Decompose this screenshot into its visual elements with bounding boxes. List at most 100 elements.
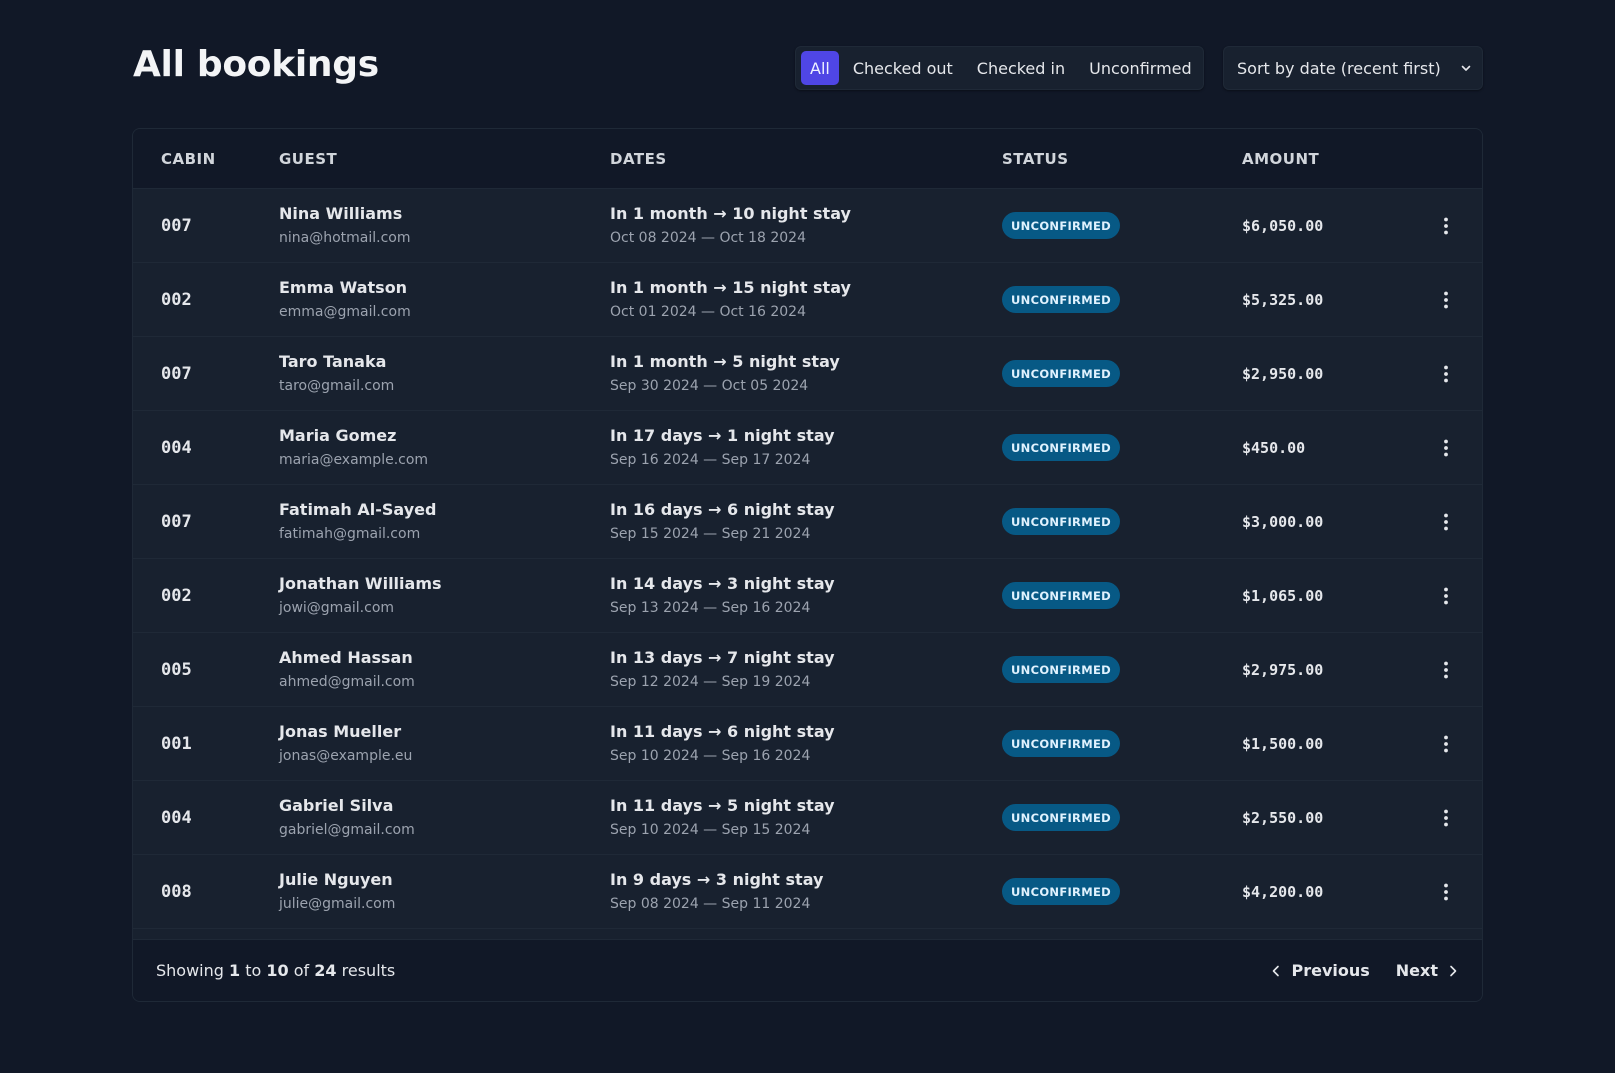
vertical-dots-icon[interactable] xyxy=(1435,437,1457,459)
row-menu-cell xyxy=(1402,659,1482,681)
pagination: Previous Next xyxy=(1269,961,1460,980)
vertical-dots-icon[interactable] xyxy=(1435,807,1457,829)
table-row[interactable]: 002 Jonathan Williams jowi@gmail.com In 14 … xyxy=(133,559,1482,633)
vertical-dots-icon[interactable] xyxy=(1435,585,1457,607)
cabin-number: 008 xyxy=(161,881,192,902)
booking-amount: $1,500.00 xyxy=(1242,734,1324,753)
guest-email: nina@hotmail.com xyxy=(279,229,411,246)
date-range: Sep 10 2024 — Sep 15 2024 xyxy=(610,821,811,838)
guest-cell: Ahmed Hassan ahmed@gmail.com xyxy=(279,647,610,693)
vertical-dots-icon[interactable] xyxy=(1435,881,1457,903)
next-page-button[interactable]: Next xyxy=(1396,961,1460,980)
filter-checked-out-button[interactable]: Checked out xyxy=(843,51,963,85)
status-cell: UNCONFIRMED xyxy=(1002,360,1242,387)
guest-cell: Jonas Mueller jonas@example.eu xyxy=(279,721,610,767)
vertical-dots-icon[interactable] xyxy=(1435,363,1457,385)
date-range: Oct 01 2024 — Oct 16 2024 xyxy=(610,303,806,320)
row-menu-cell xyxy=(1402,289,1482,311)
status-cell: UNCONFIRMED xyxy=(1002,286,1242,313)
booking-amount: $2,950.00 xyxy=(1242,364,1324,383)
date-range: Sep 30 2024 — Oct 05 2024 xyxy=(610,377,809,394)
dates-cell: In 1 month → 15 night stay Oct 01 2024 — … xyxy=(610,277,1002,323)
cabin-number: 004 xyxy=(161,437,192,458)
guest-name: Ahmed Hassan xyxy=(279,647,413,667)
status-cell: UNCONFIRMED xyxy=(1002,434,1242,461)
guest-cell: Julie Nguyen julie@gmail.com xyxy=(279,869,610,915)
status-badge: UNCONFIRMED xyxy=(1002,508,1120,535)
stay-summary: In 1 month → 15 night stay xyxy=(610,277,851,297)
table-row[interactable]: 007 Fatimah Al-Sayed fatimah@gmail.com In 1… xyxy=(133,485,1482,559)
table-row[interactable]: 001 Jonas Mueller jonas@example.eu In 11 da… xyxy=(133,707,1482,781)
guest-email: taro@gmail.com xyxy=(279,377,395,394)
dates-cell: In 17 days → 1 night stay Sep 16 2024 — S… xyxy=(610,425,1002,471)
header-status: STATUS xyxy=(1002,149,1069,168)
status-badge: UNCONFIRMED xyxy=(1002,730,1120,757)
row-menu-cell xyxy=(1402,807,1482,829)
dates-cell: In 9 days → 3 night stay Sep 08 2024 — Se… xyxy=(610,869,1002,915)
filter-checked-in-button[interactable]: Checked in xyxy=(967,51,1075,85)
vertical-dots-icon[interactable] xyxy=(1435,659,1457,681)
cabin-number: 004 xyxy=(161,807,192,828)
table-row[interactable]: 004 Gabriel Silva gabriel@gmail.com In 11 d… xyxy=(133,781,1482,855)
guest-cell: Nina Williams nina@hotmail.com xyxy=(279,203,610,249)
results-summary: Showing 1 to 10 of 24 results xyxy=(156,961,396,980)
table-row[interactable]: 005 Ahmed Hassan ahmed@gmail.com In 13 days… xyxy=(133,633,1482,707)
status-cell: UNCONFIRMED xyxy=(1002,212,1242,239)
row-menu-cell xyxy=(1402,215,1482,237)
chevron-left-icon xyxy=(1273,965,1280,976)
chevron-down-icon xyxy=(1461,65,1471,71)
table-row[interactable]: 008 Julie Nguyen julie@gmail.com In 9 days … xyxy=(133,855,1482,929)
guest-name: Jonas Mueller xyxy=(279,721,402,741)
status-cell: UNCONFIRMED xyxy=(1002,508,1242,535)
stay-summary: In 9 days → 3 night stay xyxy=(610,869,824,889)
guest-cell: Fatimah Al-Sayed fatimah@gmail.com xyxy=(279,499,610,545)
vertical-dots-icon[interactable] xyxy=(1435,511,1457,533)
guest-name: Fatimah Al-Sayed xyxy=(279,499,437,519)
table-row[interactable]: 007 Taro Tanaka taro@gmail.com In 1 month →… xyxy=(133,337,1482,411)
table-body: 007 Nina Williams nina@hotmail.com In 1 mon… xyxy=(133,189,1482,929)
dates-cell: In 11 days → 6 night stay Sep 10 2024 — S… xyxy=(610,721,1002,767)
guest-email: fatimah@gmail.com xyxy=(279,525,421,542)
booking-amount: $3,000.00 xyxy=(1242,512,1324,531)
guest-name: Julie Nguyen xyxy=(279,869,393,889)
stay-summary: In 16 days → 6 night stay xyxy=(610,499,835,519)
row-menu-cell xyxy=(1402,881,1482,903)
bookings-table: CABIN GUEST DATES STATUS AMOUNT 007 Nina … xyxy=(132,128,1483,1002)
guest-email: maria@example.com xyxy=(279,451,429,468)
dates-cell: In 13 days → 7 night stay Sep 12 2024 — S… xyxy=(610,647,1002,693)
previous-page-button[interactable]: Previous xyxy=(1269,961,1370,980)
status-cell: UNCONFIRMED xyxy=(1002,804,1242,831)
booking-amount: $2,550.00 xyxy=(1242,808,1324,827)
status-cell: UNCONFIRMED xyxy=(1002,582,1242,609)
status-badge: UNCONFIRMED xyxy=(1002,212,1120,239)
status-cell: UNCONFIRMED xyxy=(1002,878,1242,905)
guest-name: Gabriel Silva xyxy=(279,795,394,815)
filter-all-button[interactable]: All xyxy=(801,51,839,85)
guest-name: Taro Tanaka xyxy=(279,351,387,371)
stay-summary: In 14 days → 3 night stay xyxy=(610,573,835,593)
date-range: Oct 08 2024 — Oct 18 2024 xyxy=(610,229,806,246)
vertical-dots-icon[interactable] xyxy=(1435,289,1457,311)
filter-unconfirmed-button[interactable]: Unconfirmed xyxy=(1079,51,1202,85)
cabin-number: 001 xyxy=(161,733,192,754)
table-row[interactable]: 002 Emma Watson emma@gmail.com In 1 month →… xyxy=(133,263,1482,337)
sort-select[interactable]: Sort by date (recent first) xyxy=(1223,46,1483,90)
table-row[interactable]: 004 Maria Gomez maria@example.com In 17 day… xyxy=(133,411,1482,485)
stay-summary: In 1 month → 5 night stay xyxy=(610,351,840,371)
guest-cell: Gabriel Silva gabriel@gmail.com xyxy=(279,795,610,841)
guest-cell: Maria Gomez maria@example.com xyxy=(279,425,610,471)
guest-name: Jonathan Williams xyxy=(279,573,442,593)
status-badge: UNCONFIRMED xyxy=(1002,582,1120,609)
vertical-dots-icon[interactable] xyxy=(1435,215,1457,237)
header-guest: GUEST xyxy=(279,149,338,168)
guest-name: Nina Williams xyxy=(279,203,403,223)
vertical-dots-icon[interactable] xyxy=(1435,733,1457,755)
date-range: Sep 15 2024 — Sep 21 2024 xyxy=(610,525,811,542)
page-title: All bookings xyxy=(133,44,379,85)
bookings-page: All bookings All Checked out Checked in … xyxy=(0,0,1615,1073)
dates-cell: In 16 days → 6 night stay Sep 15 2024 — S… xyxy=(610,499,1002,545)
table-row[interactable]: 007 Nina Williams nina@hotmail.com In 1 mon… xyxy=(133,189,1482,263)
cabin-number: 005 xyxy=(161,659,192,680)
row-menu-cell xyxy=(1402,511,1482,533)
status-badge: UNCONFIRMED xyxy=(1002,878,1120,905)
